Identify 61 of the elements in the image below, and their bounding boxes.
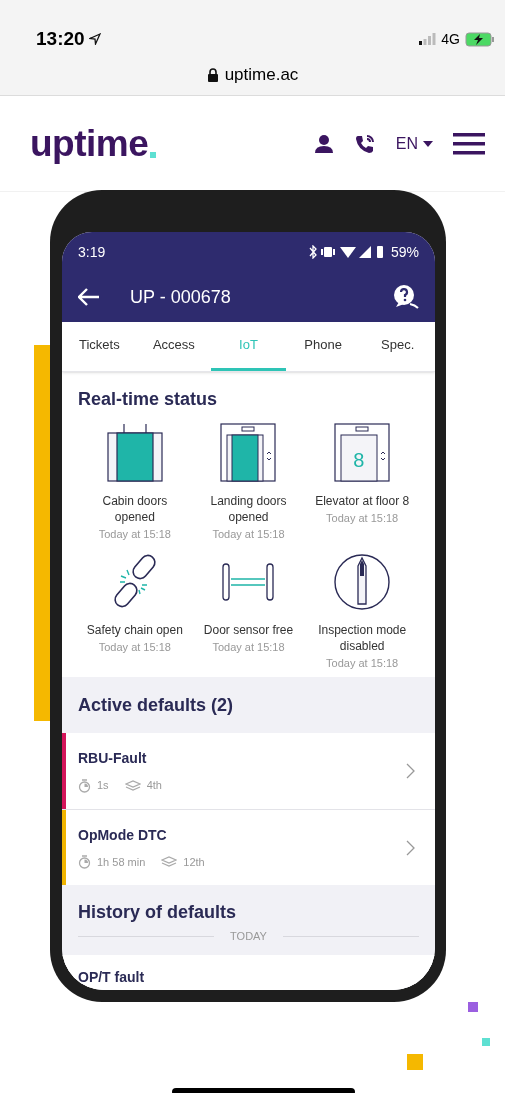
- tab[interactable]: Tickets: [62, 322, 137, 371]
- lock-icon: [206, 67, 219, 82]
- status-time: Today at 15:18: [212, 640, 285, 655]
- battery-level: 59%: [390, 242, 419, 262]
- landing-doors-icon: [220, 423, 277, 483]
- chevron-right-icon: [406, 763, 415, 779]
- layers-icon: [124, 779, 141, 792]
- logo[interactable]: uptime: [30, 115, 149, 172]
- phone-icon[interactable]: [353, 132, 376, 155]
- section-title: Active defaults (2): [77, 694, 235, 717]
- tab[interactable]: Phone: [285, 322, 361, 371]
- elevator-icon: [334, 423, 391, 483]
- status-label: Safety chain open: [85, 622, 184, 638]
- default-row[interactable]: OpMode DTC 1h 58 min 12th: [62, 809, 435, 885]
- section-title: Real-time status: [78, 388, 219, 411]
- clock: 3:19: [78, 242, 106, 262]
- inspection-switch-icon: [334, 552, 391, 612]
- status-time: Today at 15:18: [98, 527, 171, 542]
- layers-icon: [161, 856, 178, 868]
- back-arrow-icon[interactable]: [78, 288, 100, 306]
- battery-charging-icon: [465, 31, 495, 47]
- default-name: OpMode DTC: [78, 825, 168, 845]
- default-name: RBU-Fault: [78, 749, 148, 769]
- floor-number: 8: [353, 448, 365, 473]
- duration-text: 1s: [97, 778, 109, 794]
- decor-square: [407, 1054, 423, 1070]
- location-arrow-icon: [88, 33, 101, 45]
- status-time: Today at 15:18: [326, 511, 399, 526]
- status-time: Today at 15:18: [212, 527, 285, 542]
- status-label: Landing doors opened: [209, 493, 288, 525]
- decor-square: [482, 1038, 490, 1046]
- section-title: History of defaults: [77, 901, 238, 924]
- status-time: Today at 15:18: [98, 640, 171, 655]
- stopwatch-icon: [78, 855, 91, 869]
- tab[interactable]: Access: [136, 322, 212, 371]
- chevron-right-icon: [406, 839, 415, 856]
- screen-title: UP - 000678: [130, 285, 231, 309]
- default-row[interactable]: RBU-Fault 1s 4th: [62, 733, 435, 809]
- status-label: Cabin doors opened: [101, 493, 169, 525]
- floor-text: 12th: [183, 854, 205, 870]
- signal-icon: [419, 33, 437, 45]
- user-icon[interactable]: [313, 133, 334, 154]
- stopwatch-icon: [78, 778, 91, 793]
- url-text[interactable]: uptime.ac: [224, 62, 299, 88]
- network-label: 4G: [441, 29, 460, 49]
- help-chat-icon[interactable]: [393, 284, 419, 310]
- language-dropdown[interactable]: EN: [395, 131, 433, 156]
- tab[interactable]: Spec.: [360, 322, 435, 371]
- history-item-name[interactable]: OP/T fault: [78, 968, 145, 985]
- status-label: Elevator at floor 8: [314, 493, 411, 509]
- menu-icon[interactable]: [453, 132, 485, 155]
- status-label: Door sensor free: [202, 622, 295, 638]
- cabin-doors-icon: [106, 423, 163, 483]
- floor-text: 4th: [146, 778, 162, 794]
- clock: 13:20: [36, 26, 85, 51]
- status-label: Inspection mode disabled: [317, 622, 408, 654]
- duration-text: 1h 58 min: [97, 854, 146, 870]
- status-time: Today at 15:18: [326, 656, 399, 671]
- caret-icon: [423, 140, 433, 147]
- day-divider-label: TODAY: [230, 929, 267, 944]
- decor-square: [468, 1002, 478, 1012]
